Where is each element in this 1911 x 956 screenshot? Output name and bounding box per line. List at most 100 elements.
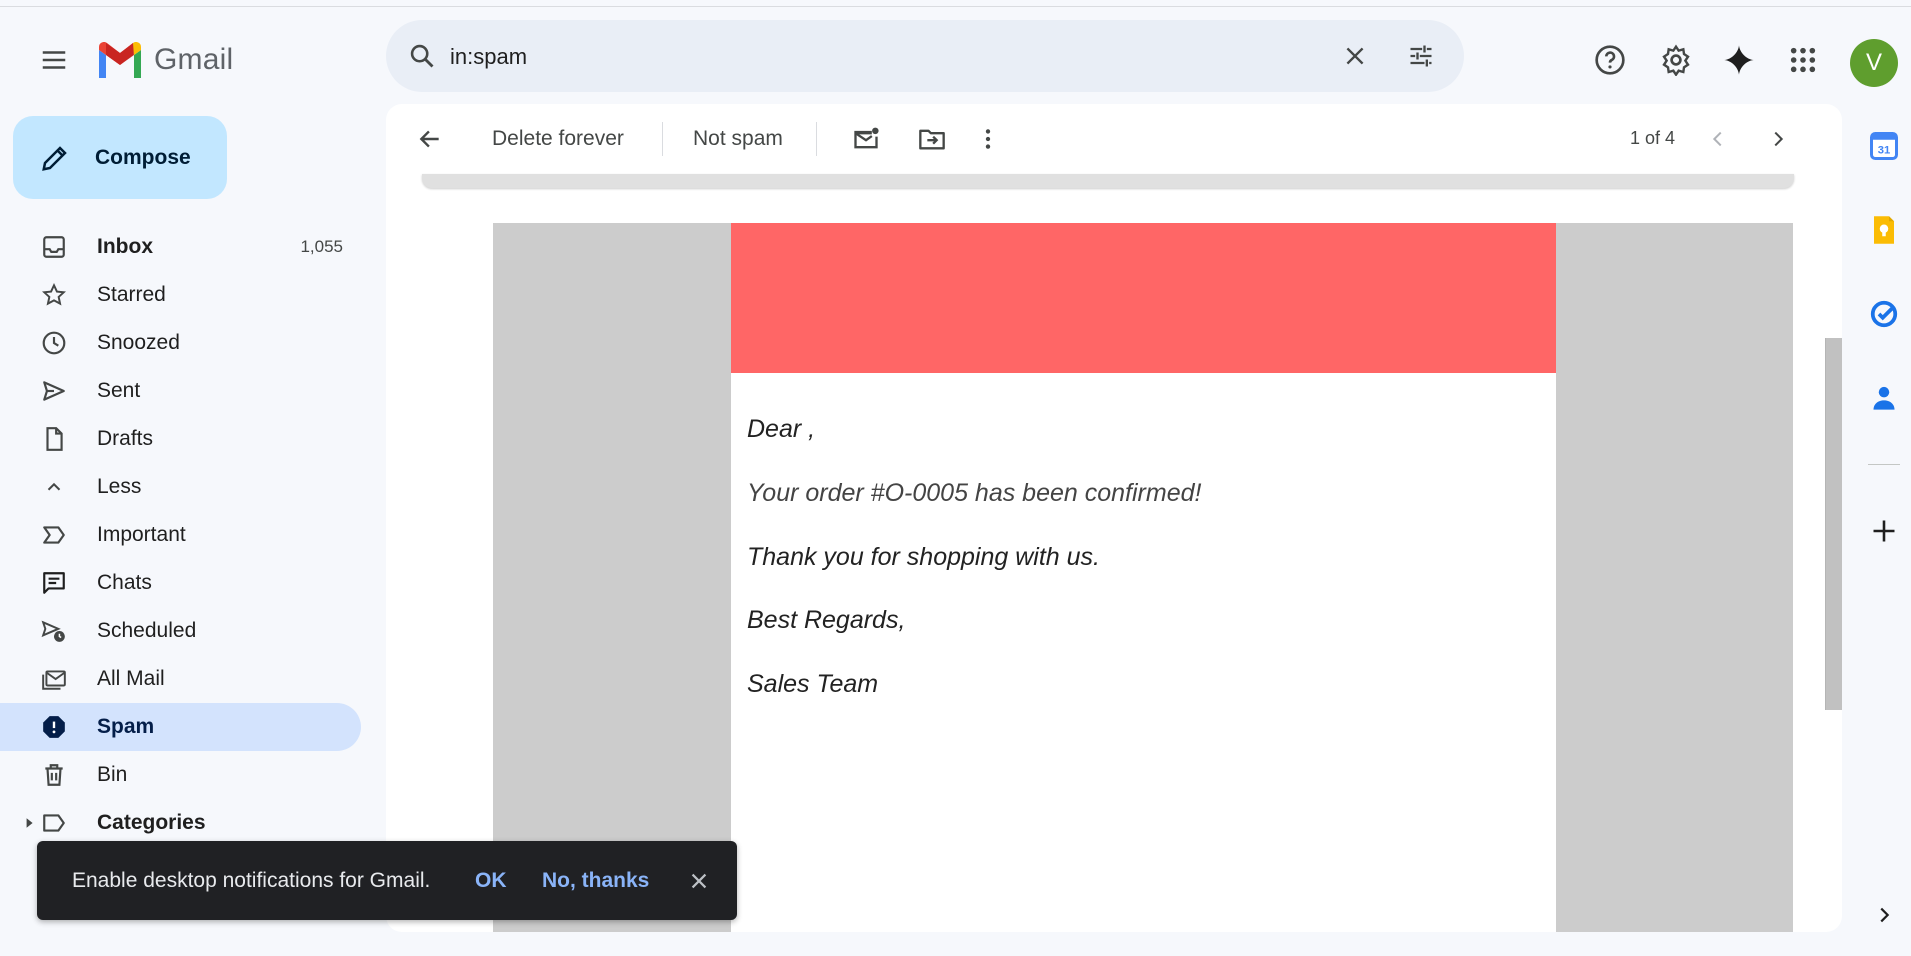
email-signoff: Best Regards,: [747, 606, 906, 634]
sidebar-item-starred[interactable]: Starred: [0, 271, 361, 319]
not-spam-button[interactable]: Not spam: [693, 118, 783, 160]
clear-search-button[interactable]: [1333, 34, 1377, 78]
collapsed-header-strip: [422, 174, 1794, 188]
sidebar-item-label: Important: [97, 523, 186, 546]
search-button[interactable]: [404, 38, 440, 74]
search-input[interactable]: in:spam: [450, 44, 527, 70]
chat-icon: [40, 569, 68, 597]
gemini-icon: [1724, 45, 1754, 75]
sidebar-item-drafts[interactable]: Drafts: [0, 415, 361, 463]
account-avatar[interactable]: V: [1850, 39, 1898, 87]
delete-forever-button[interactable]: Delete forever: [492, 118, 624, 160]
pencil-icon: [39, 142, 71, 174]
sidebar-item-sent[interactable]: Sent: [0, 367, 361, 415]
sidebar-item-label: Less: [97, 475, 142, 498]
google-apps-button[interactable]: [1781, 38, 1825, 82]
spam-icon: [40, 713, 68, 741]
unread-count: 1,055: [300, 237, 343, 256]
support-button[interactable]: [1588, 38, 1632, 82]
expand-side-panel-button[interactable]: [1862, 893, 1906, 937]
mark-unread-icon: [854, 127, 879, 149]
newer-button[interactable]: [1698, 118, 1738, 160]
close-icon: [1346, 47, 1364, 65]
all-mail-icon: [40, 665, 68, 693]
tune-icon: [1410, 45, 1432, 67]
snackbar-no-thanks-button[interactable]: No, thanks: [542, 869, 649, 893]
message-toolbar: Delete forever Not spam 1 of 4: [386, 104, 1842, 174]
scrollbar-thumb[interactable]: [1825, 338, 1842, 710]
sidebar-item-label: Categories: [97, 811, 206, 834]
scheduled-icon: [40, 617, 68, 645]
trash-icon: [40, 761, 68, 789]
snackbar-ok-button[interactable]: OK: [475, 869, 507, 893]
settings-icon: [1662, 44, 1690, 76]
delete-forever-label: Delete forever: [492, 127, 624, 150]
email-signature: Sales Team: [747, 670, 879, 698]
tasks-icon: [1870, 300, 1898, 328]
gemini-button[interactable]: [1717, 38, 1761, 82]
more-options-button[interactable]: [966, 118, 1010, 160]
compose-button[interactable]: Compose: [13, 116, 227, 199]
sidebar-item-important[interactable]: Important: [0, 511, 361, 559]
sidebar-item-chats[interactable]: Chats: [0, 559, 361, 607]
keep-icon: [1874, 216, 1894, 244]
sidebar-item-inbox[interactable]: Inbox 1,055: [0, 223, 361, 271]
sidebar-item-categories[interactable]: Categories: [0, 799, 361, 847]
apps-icon: [1790, 47, 1816, 73]
move-to-button[interactable]: [910, 118, 954, 160]
email-body: Dear , Your order #O-0005 has been confi…: [493, 223, 1793, 932]
caret-right-icon[interactable]: [22, 816, 36, 830]
get-addons-button[interactable]: [1862, 509, 1906, 553]
older-button[interactable]: [1758, 118, 1798, 160]
sidebar-item-less[interactable]: Less: [0, 463, 361, 511]
back-button[interactable]: [408, 118, 452, 160]
svg-text:31: 31: [1878, 145, 1891, 157]
sidebar-item-snoozed[interactable]: Snoozed: [0, 319, 361, 367]
contacts-icon: [1873, 386, 1895, 410]
sidebar-item-all-mail[interactable]: All Mail: [0, 655, 361, 703]
inbox-icon: [40, 233, 68, 261]
important-icon: [40, 521, 68, 549]
sidebar-item-bin[interactable]: Bin: [0, 751, 361, 799]
gmail-logo[interactable]: Gmail: [96, 38, 233, 82]
search-icon: [410, 44, 434, 68]
chevron-right-icon: [1880, 907, 1890, 923]
chevron-right-icon: [1774, 131, 1784, 147]
chevron-left-icon: [1712, 131, 1722, 147]
window-top-edge: [0, 0, 1911, 7]
move-to-icon: [919, 129, 945, 150]
sidebar-item-label: Chats: [97, 571, 152, 594]
sidebar-item-spam[interactable]: Spam: [0, 703, 361, 751]
header: Gmail in:spam V: [0, 8, 1911, 104]
toolbar-divider: [816, 122, 817, 156]
search-bar[interactable]: in:spam: [386, 20, 1464, 92]
sidebar-item-scheduled[interactable]: Scheduled: [0, 607, 361, 655]
gmail-m-icon: [99, 42, 141, 78]
sidebar-nav: Inbox 1,055 Starred Snoozed Sent Drafts …: [0, 223, 362, 847]
main-menu-button[interactable]: [30, 36, 78, 84]
settings-button[interactable]: [1654, 38, 1698, 82]
email-order-line: Your order #O-0005 has been confirmed!: [747, 479, 1202, 507]
search-options-button[interactable]: [1399, 34, 1443, 78]
main-panel: Delete forever Not spam 1 of 4 Dear , Yo…: [386, 104, 1842, 932]
email-greeting: Dear ,: [747, 415, 816, 443]
mark-unread-button[interactable]: [844, 118, 888, 160]
label-icon: [40, 809, 68, 837]
contacts-addon[interactable]: [1862, 376, 1906, 420]
sidebar-item-label: Bin: [97, 763, 128, 786]
tasks-addon[interactable]: [1862, 292, 1906, 336]
sidebar-item-label: Starred: [97, 283, 166, 306]
plus-icon: [1873, 520, 1895, 542]
close-icon: [691, 873, 707, 888]
send-icon: [40, 377, 68, 405]
more-vert-icon: [985, 129, 991, 149]
email-banner: [731, 223, 1556, 373]
chevron-up-icon: [40, 473, 68, 501]
sidebar-item-label: Drafts: [97, 427, 154, 450]
snackbar-close-button[interactable]: [684, 866, 714, 896]
star-icon: [40, 281, 68, 309]
sidebar-item-label: Spam: [97, 715, 155, 738]
keep-addon[interactable]: [1862, 208, 1906, 252]
draft-icon: [40, 425, 68, 453]
calendar-addon[interactable]: 31: [1862, 124, 1906, 168]
